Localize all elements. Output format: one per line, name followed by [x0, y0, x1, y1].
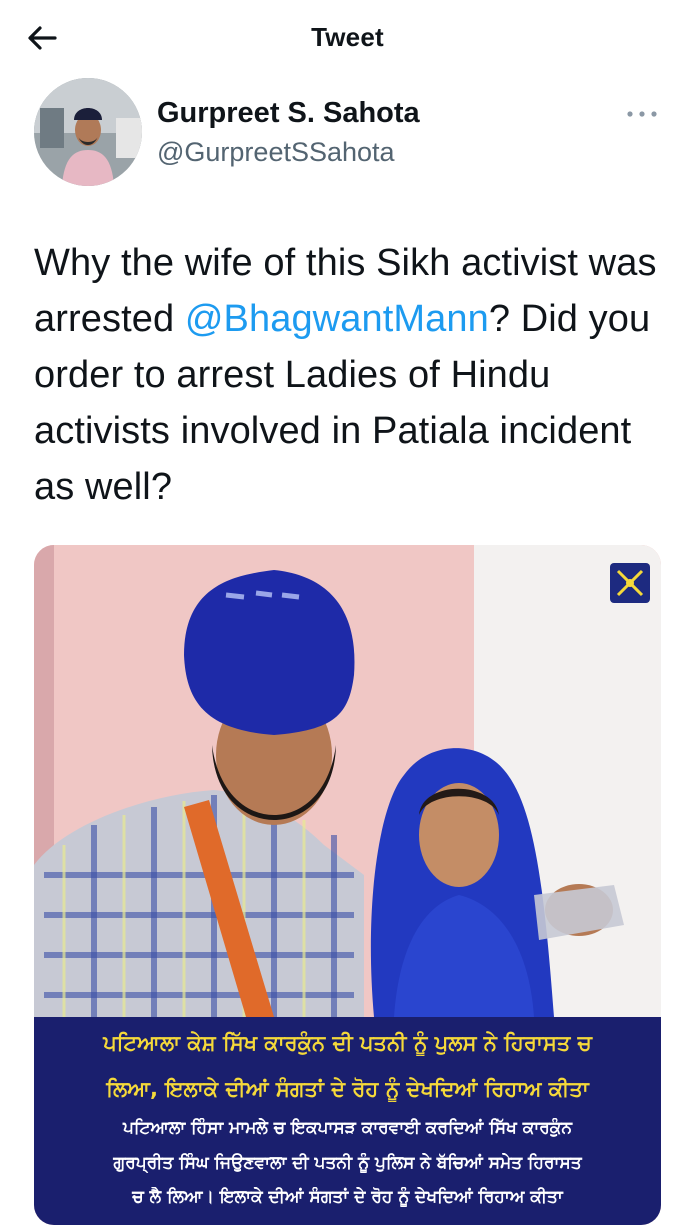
- avatar[interactable]: [34, 78, 142, 186]
- mention-link[interactable]: @BhagwantMann: [185, 298, 489, 340]
- avatar-photo: [34, 78, 142, 186]
- more-horizontal-icon: [627, 111, 657, 117]
- caption-line: ਗੁਰਪ੍ਰੀਤ ਸਿੰਘ ਜਿਉਣਵਾਲਾ ਦੀ ਪਤਨੀ ਨੂੰ ਪੁਲਿਸ…: [113, 1153, 582, 1173]
- channel-logo: [610, 563, 650, 603]
- tweet-text: Why the wife of this Sikh activist was a…: [34, 235, 664, 515]
- crossed-swords-icon: [616, 569, 644, 597]
- author-name[interactable]: Gurpreet S. Sahota: [157, 97, 420, 130]
- top-bar: Tweet: [0, 0, 695, 78]
- caption-line: ਪਟਿਆਲਾ ਹਿੰਸਾ ਮਾਮਲੇ ਚ ਇਕਪਾਸੜ ਕਾਰਵਾਈ ਕਰਦਿਆ…: [123, 1118, 572, 1138]
- caption-line: ਪਟਿਆਲਾ ਕੇਸ਼ ਸਿੱਖ ਕਾਰਕੁੰਨ ਦੀ ਪਤਨੀ ਨੂੰ ਪੁਲ…: [103, 1031, 592, 1055]
- tweet-media-image[interactable]: ਪਟਿਆਲਾ ਕੇਸ਼ ਸਿੱਖ ਕਾਰਕੁੰਨ ਦੀ ਪਤਨੀ ਨੂੰ ਪੁਲ…: [34, 545, 661, 1225]
- page-title: Tweet: [311, 22, 384, 52]
- author-handle[interactable]: @GurpreetSSahota: [157, 137, 395, 168]
- more-options-button[interactable]: [624, 104, 660, 124]
- caption-line: ਚ ਲੈ ਲਿਆ। ਇਲਾਕੇ ਦੀਆਂ ਸੰਗਤਾਂ ਦੇ ਰੋਹ ਨੂੰ ਦ…: [132, 1187, 563, 1207]
- caption-line: ਲਿਆ, ਇਲਾਕੇ ਦੀਆਂ ਸੰਗਤਾਂ ਦੇ ਰੋਹ ਨੂੰ ਦੇਖਦਿਆ…: [106, 1077, 589, 1101]
- tweet-author: Gurpreet S. Sahota @GurpreetSSahota: [34, 78, 664, 188]
